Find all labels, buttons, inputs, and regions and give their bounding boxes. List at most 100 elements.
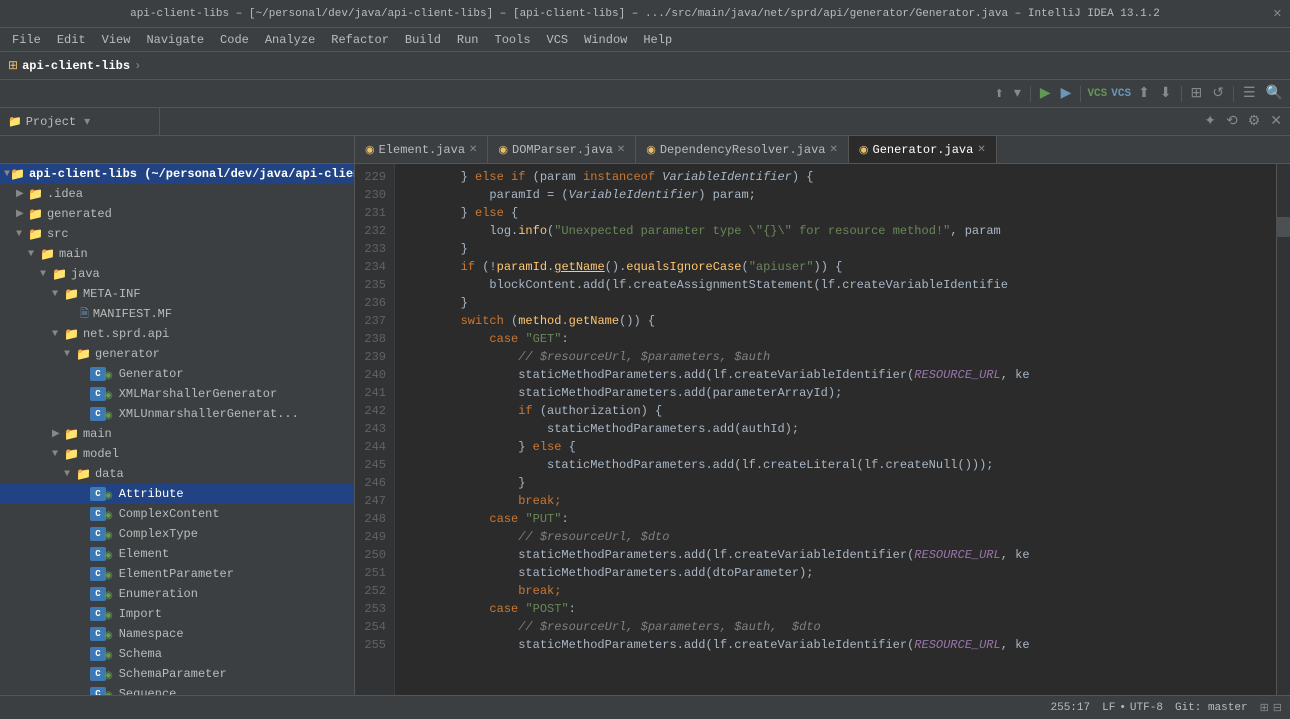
tab-gen-close[interactable]: ✕: [977, 144, 985, 156]
tree-java[interactable]: ▼ 📁 java: [0, 264, 354, 284]
menu-analyze[interactable]: Analyze: [257, 31, 323, 49]
menu-file[interactable]: File: [4, 31, 49, 49]
toolbar-push-icon[interactable]: ⬇: [1157, 83, 1175, 104]
cc-label: ComplexContent: [119, 507, 220, 521]
manifest-label: MANIFEST.MF: [93, 307, 172, 321]
status-sep-dot: •: [1119, 702, 1126, 714]
status-position: 255:17: [1051, 702, 1091, 714]
tab-domparser-close[interactable]: ✕: [617, 144, 625, 156]
menu-help[interactable]: Help: [635, 31, 680, 49]
code-text: } else if (param instanceof VariableIden…: [395, 164, 1276, 695]
project-icon: ⊞: [8, 58, 18, 73]
tab-dependencyresolver[interactable]: ◉ DependencyResolver.java ✕: [636, 136, 849, 163]
toolbar-dropdown-icon[interactable]: ▾: [1011, 83, 1024, 104]
tab-domparser-icon: ◉: [498, 143, 508, 157]
tree-XMLMarshaller[interactable]: ▶ C ◉ XMLMarshallerGenerator: [0, 384, 354, 404]
toolbar-search-icon[interactable]: 🔍: [1263, 83, 1286, 104]
status-icon1[interactable]: ⊞: [1260, 701, 1269, 715]
toolbar-layout-icon[interactable]: ⊞: [1188, 83, 1206, 104]
project-sidebar: ▼ 📁 api-client-libs (~/personal/dev/java…: [0, 164, 355, 695]
tab-element-close[interactable]: ✕: [469, 144, 477, 156]
tree-Generator-class[interactable]: ▶ C ◉ Generator: [0, 364, 354, 384]
gen-folder-arrow: ▶: [16, 208, 28, 220]
tab-dep-close[interactable]: ✕: [830, 144, 838, 156]
project-icon-new[interactable]: ✦: [1200, 111, 1220, 132]
menu-vcs[interactable]: VCS: [539, 31, 577, 49]
toolbar-undo-icon[interactable]: ↺: [1209, 83, 1227, 104]
toolbar-run-icon[interactable]: ▶: [1037, 83, 1054, 104]
vcs-label-1: VCS: [1087, 88, 1107, 100]
menu-code[interactable]: Code: [212, 31, 257, 49]
status-icon2[interactable]: ⊟: [1273, 701, 1282, 715]
tab-dep-label: DependencyResolver.java: [660, 143, 826, 157]
toolbar-columns-icon[interactable]: ☰: [1240, 83, 1259, 104]
vcs-label-2: VCS: [1111, 88, 1131, 100]
tab-element-icon: ◉: [365, 143, 375, 157]
tree-src[interactable]: ▼ 📁 src: [0, 224, 354, 244]
tree-model[interactable]: ▼ 📁 model: [0, 444, 354, 464]
tree-Sequence[interactable]: ▶ C ◉ Sequence: [0, 684, 354, 695]
code-editor[interactable]: 229 230 231 232 233 234 235 236 237 238 …: [355, 164, 1290, 695]
menu-build[interactable]: Build: [397, 31, 449, 49]
tree-generator-folder[interactable]: ▼ 📁 generator: [0, 344, 354, 364]
tree-main[interactable]: ▼ 📁 main: [0, 244, 354, 264]
project-icon-settings[interactable]: ⚙: [1244, 111, 1265, 132]
ep-label: ElementParameter: [119, 567, 234, 581]
tree-manifest[interactable]: ▶ 🗎 MANIFEST.MF: [0, 304, 354, 324]
tree-ElementParameter[interactable]: ▶ C ◉ ElementParameter: [0, 564, 354, 584]
project-panel-arrow[interactable]: ▾: [84, 114, 90, 129]
tree-ComplexType[interactable]: ▶ C ◉ ComplexType: [0, 524, 354, 544]
tree-meta-inf[interactable]: ▼ 📁 META-INF: [0, 284, 354, 304]
tree-Attribute[interactable]: ▶ C ◉ Attribute: [0, 484, 354, 504]
toolbar-update-icon[interactable]: ⬆: [1135, 83, 1153, 104]
menu-edit[interactable]: Edit: [49, 31, 94, 49]
tree-Namespace[interactable]: ▶ C ◉ Namespace: [0, 624, 354, 644]
tabs-and-toolbar: ◉ Element.java ✕ ◉ DOMParser.java ✕ ◉ De…: [0, 136, 1290, 164]
project-panel-label[interactable]: 📁 Project ▾: [0, 108, 160, 135]
gen-folder2-icon: 📁: [76, 347, 91, 362]
src-folder-icon: 📁: [28, 227, 43, 242]
menu-tools[interactable]: Tools: [487, 31, 539, 49]
tree-Enumeration[interactable]: ▶ C ◉ Enumeration: [0, 584, 354, 604]
scroll-thumb[interactable]: [1276, 217, 1290, 237]
menu-view[interactable]: View: [94, 31, 139, 49]
status-position-text: 255:17: [1051, 702, 1091, 714]
netsprd-icon: 📁: [64, 327, 79, 342]
tree-main2[interactable]: ▶ 📁 main: [0, 424, 354, 444]
menu-navigate[interactable]: Navigate: [138, 31, 212, 49]
menu-window[interactable]: Window: [576, 31, 635, 49]
tree-root[interactable]: ▼ 📁 api-client-libs (~/personal/dev/java…: [0, 164, 354, 184]
tree-Schema[interactable]: ▶ C ◉ Schema: [0, 644, 354, 664]
tab-domparser[interactable]: ◉ DOMParser.java ✕: [488, 136, 636, 163]
status-encoding: UTF-8: [1130, 702, 1163, 714]
tab-element[interactable]: ◉ Element.java ✕: [355, 136, 488, 163]
tree-idea[interactable]: ▶ 📁 .idea: [0, 184, 354, 204]
tree-XMLUnmarshaller[interactable]: ▶ C ◉ XMLUnmarshallerGenerat...: [0, 404, 354, 424]
project-tree[interactable]: ▼ 📁 api-client-libs (~/personal/dev/java…: [0, 164, 354, 695]
idea-folder-icon: 📁: [28, 187, 43, 202]
main-arrow: ▼: [28, 249, 40, 260]
enum-label: Enumeration: [119, 587, 198, 601]
tree-net-sprd-api[interactable]: ▼ 📁 net.sprd.api: [0, 324, 354, 344]
breadcrumb-label[interactable]: api-client-libs: [22, 59, 130, 73]
toolbar-debug-icon[interactable]: ▶: [1058, 83, 1075, 104]
project-icon-close[interactable]: ✕: [1266, 111, 1286, 132]
sidebar-tab-spacer: [0, 136, 355, 164]
tab-generator[interactable]: ◉ Generator.java ✕: [849, 136, 997, 163]
netsprd-label: net.sprd.api: [83, 327, 169, 341]
menu-refactor[interactable]: Refactor: [323, 31, 397, 49]
model-icon: 📁: [64, 447, 79, 462]
scroll-indicator[interactable]: [1276, 164, 1290, 695]
tree-SchemaParameter[interactable]: ▶ C ◉ SchemaParameter: [0, 664, 354, 684]
tree-data-folder[interactable]: ▼ 📁 data: [0, 464, 354, 484]
tree-Element[interactable]: ▶ C ◉ Element: [0, 544, 354, 564]
tree-generated[interactable]: ▶ 📁 generated: [0, 204, 354, 224]
menu-run[interactable]: Run: [449, 31, 487, 49]
generator-class-label: Generator: [119, 367, 184, 381]
tree-ComplexContent[interactable]: ▶ C ◉ ComplexContent: [0, 504, 354, 524]
close-button[interactable]: ✕: [1273, 7, 1282, 21]
toolbar-git-icon[interactable]: ⬆: [992, 85, 1007, 103]
sp-label: SchemaParameter: [119, 667, 227, 681]
project-icon-sync[interactable]: ⟲: [1222, 111, 1242, 132]
tree-Import[interactable]: ▶ C ◉ Import: [0, 604, 354, 624]
